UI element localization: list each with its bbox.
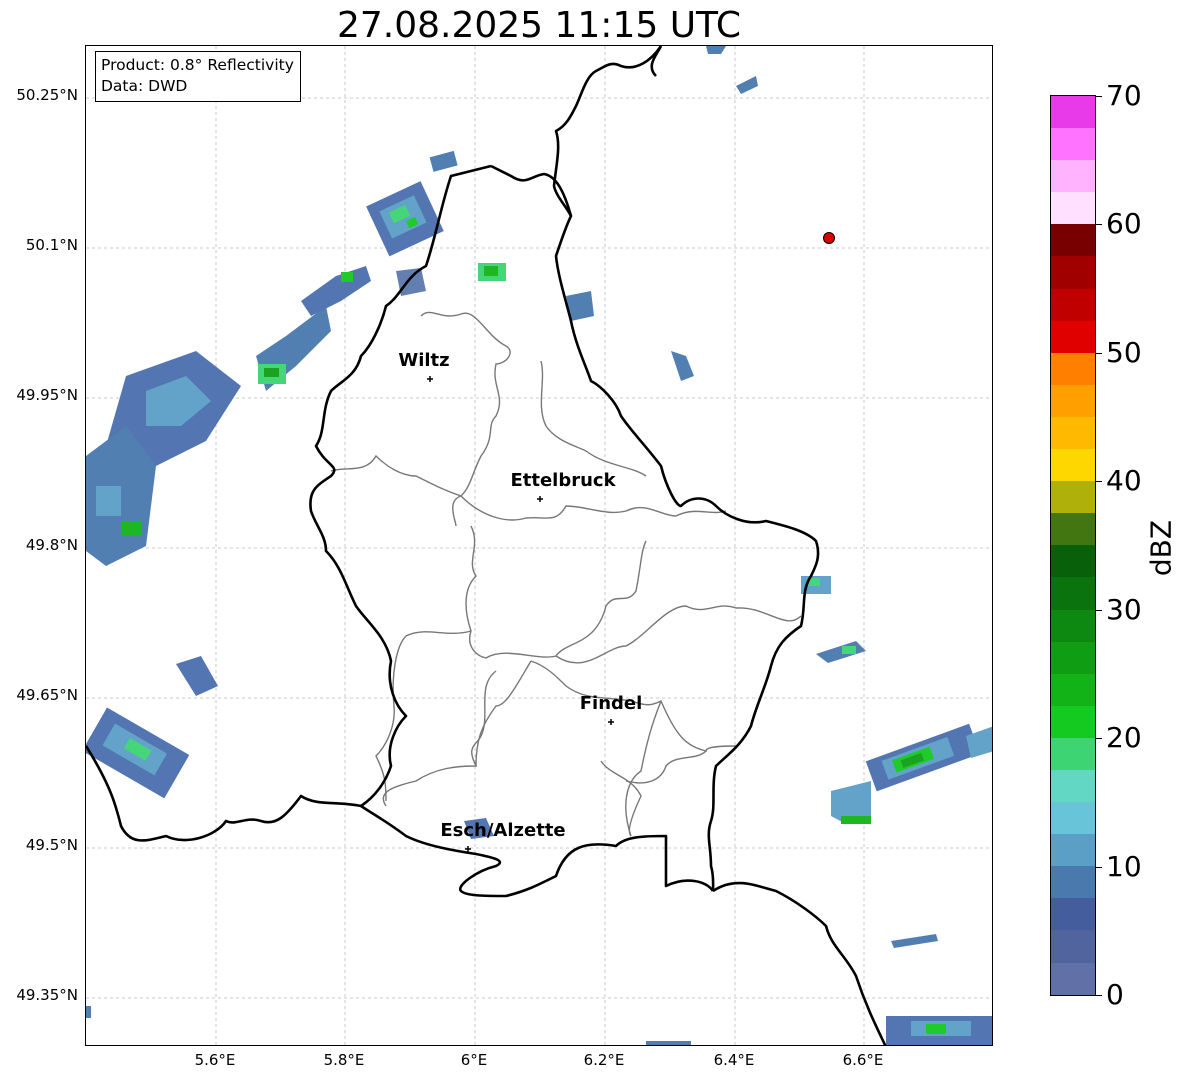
lat-label: 49.65°N (16, 686, 78, 704)
colorbar-segment (1051, 930, 1095, 963)
colorbar-segment (1051, 769, 1095, 803)
colorbar-segment (1051, 481, 1095, 514)
colorbar-tick-label: 70 (1106, 79, 1142, 112)
colorbar-segment (1051, 545, 1095, 578)
country-borders (86, 46, 887, 1045)
info-box: Product: 0.8° Reflectivity Data: DWD (95, 51, 301, 102)
colorbar-segment (1051, 384, 1095, 417)
colorbar-segment (1051, 320, 1095, 353)
colorbar-segment (1051, 224, 1095, 257)
lon-label: 5.6°E (194, 1051, 236, 1069)
city-label-ettelbruck: Ettelbruck (510, 470, 616, 491)
data-source-label: Data: DWD (101, 77, 188, 95)
colorbar-tickmark (1096, 481, 1102, 483)
colorbar-segment (1051, 962, 1095, 995)
colorbar-label: dBZ (1144, 519, 1178, 577)
colorbar-tick-label: 20 (1106, 721, 1142, 755)
colorbar-tickmark (1096, 866, 1102, 868)
colorbar-segment (1051, 416, 1095, 450)
colorbar-segment (1051, 352, 1095, 385)
colorbar-tick-label: 60 (1106, 207, 1142, 241)
lon-label: 6.4°E (713, 1051, 755, 1069)
radar-map[interactable] (85, 45, 993, 1046)
colorbar-tickmark (1096, 224, 1102, 226)
colorbar-segment (1051, 256, 1095, 289)
colorbar-segment (1051, 192, 1095, 225)
city-markers (427, 376, 614, 852)
echo-cell (865, 723, 981, 792)
lat-label: 49.5°N (25, 836, 78, 854)
lat-label: 50.1°N (25, 236, 78, 254)
colorbar-tickmark (1096, 738, 1102, 740)
lon-label: 5.8°E (323, 1051, 365, 1069)
lat-label: 49.35°N (16, 986, 78, 1004)
colorbar-tickmark (1096, 352, 1102, 354)
colorbar-segment (1051, 834, 1095, 867)
map-title: 27.08.2025 11:15 UTC (336, 5, 742, 46)
location-marker (823, 232, 835, 244)
colorbar-tick-label: 50 (1106, 335, 1142, 369)
colorbar-segment (1051, 802, 1095, 835)
echo-cell (86, 351, 241, 566)
city-label-findel: Findel (579, 693, 643, 714)
colorbar-tick-label: 0 (1106, 978, 1124, 1011)
colorbar-tickmark (1096, 96, 1102, 97)
lon-label: 6°E (460, 1051, 488, 1069)
lon-label: 6.2°E (583, 1051, 625, 1069)
colorbar-segment (1051, 673, 1095, 706)
lon-label: 6.6°E (842, 1051, 884, 1069)
colorbar-tick-label: 30 (1106, 592, 1142, 626)
colorbar-segment (1051, 609, 1095, 642)
city-label-wiltz: Wiltz (398, 350, 450, 371)
colorbar-segment (1051, 577, 1095, 610)
colorbar-segment (1051, 288, 1095, 321)
map-canvas (86, 46, 992, 1045)
colorbar-tickmark (1096, 995, 1102, 996)
colorbar-segment (1051, 128, 1095, 161)
city-label-esch: Esch/Alzette (440, 820, 566, 841)
colorbar (1050, 95, 1096, 996)
colorbar-segment (1051, 513, 1095, 546)
gridlines (86, 46, 992, 1045)
canton-boundaries (330, 311, 802, 837)
product-label: Product: 0.8° Reflectivity (101, 56, 294, 74)
colorbar-tick-label: 10 (1106, 849, 1142, 883)
echo-cell (86, 707, 190, 799)
colorbar-segment (1051, 160, 1095, 193)
colorbar-segment (1051, 449, 1095, 482)
colorbar-segment (1051, 737, 1095, 770)
lat-label: 49.95°N (16, 386, 78, 404)
colorbar-segment (1051, 96, 1095, 129)
colorbar-segment (1051, 641, 1095, 674)
colorbar-tickmark (1096, 609, 1102, 611)
colorbar-segment (1051, 898, 1095, 931)
colorbar-tick-label: 40 (1106, 464, 1142, 498)
radar-echoes (86, 46, 992, 1045)
lat-label: 49.8°N (25, 536, 78, 554)
colorbar-segment (1051, 705, 1095, 738)
lat-label: 50.25°N (16, 86, 78, 104)
colorbar-segment (1051, 866, 1095, 899)
